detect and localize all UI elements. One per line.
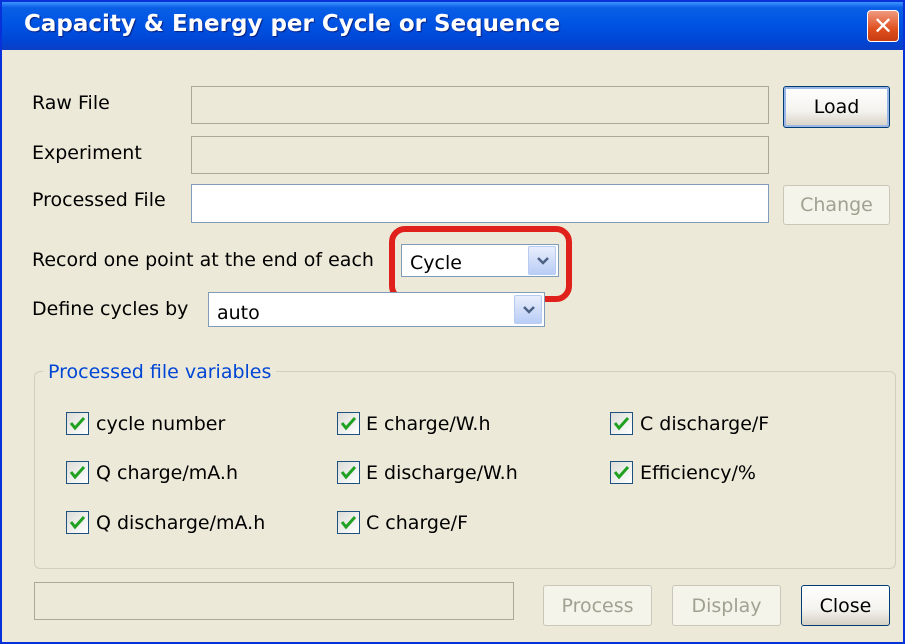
checkmark-icon bbox=[69, 465, 86, 480]
change-button[interactable]: Change bbox=[783, 185, 890, 225]
efficiency-label: Efficiency/% bbox=[640, 462, 756, 484]
close-button[interactable]: Close bbox=[801, 585, 890, 626]
checkmark-icon bbox=[340, 416, 357, 431]
q-discharge-label: Q discharge/mA.h bbox=[96, 512, 266, 534]
define-cycles-value: auto bbox=[217, 302, 260, 324]
chevron-down-icon[interactable] bbox=[514, 295, 542, 324]
q-charge-checkbox[interactable] bbox=[66, 461, 89, 484]
c-charge-checkbox[interactable] bbox=[337, 511, 360, 534]
display-button[interactable]: Display bbox=[672, 585, 781, 626]
e-discharge-label: E discharge/W.h bbox=[366, 462, 518, 484]
experiment-label: Experiment bbox=[32, 142, 142, 164]
checkmark-icon bbox=[69, 416, 86, 431]
window-title: Capacity & Energy per Cycle or Sequence bbox=[24, 11, 561, 37]
checkmark-icon bbox=[613, 416, 630, 431]
close-window-button[interactable]: ✕ bbox=[867, 10, 899, 42]
cycle-number-label: cycle number bbox=[96, 413, 226, 435]
checkmark-icon bbox=[340, 515, 357, 530]
experiment-field bbox=[191, 136, 769, 174]
c-discharge-checkbox[interactable] bbox=[610, 412, 633, 435]
close-icon: ✕ bbox=[872, 12, 894, 40]
q-charge-label: Q charge/mA.h bbox=[96, 462, 239, 484]
raw-file-field bbox=[191, 86, 769, 124]
e-discharge-checkbox[interactable] bbox=[337, 461, 360, 484]
title-bar[interactable]: Capacity & Energy per Cycle or Sequence … bbox=[2, 2, 903, 50]
highlight-annotation bbox=[389, 226, 572, 302]
dialog-window: Capacity & Energy per Cycle or Sequence … bbox=[0, 0, 905, 644]
checkmark-icon bbox=[69, 515, 86, 530]
checkmark-icon bbox=[613, 465, 630, 480]
processed-file-label: Processed File bbox=[32, 189, 166, 211]
e-charge-checkbox[interactable] bbox=[337, 412, 360, 435]
c-charge-label: C charge/F bbox=[366, 512, 468, 534]
e-charge-label: E charge/W.h bbox=[366, 413, 491, 435]
load-button[interactable]: Load bbox=[783, 86, 890, 128]
process-button[interactable]: Process bbox=[543, 585, 652, 626]
record-label: Record one point at the end of each bbox=[32, 249, 374, 271]
efficiency-checkbox[interactable] bbox=[610, 461, 633, 484]
raw-file-label: Raw File bbox=[32, 92, 110, 114]
q-discharge-checkbox[interactable] bbox=[66, 511, 89, 534]
checkmark-icon bbox=[340, 465, 357, 480]
define-cycles-dropdown[interactable]: auto bbox=[208, 292, 545, 327]
progress-bar bbox=[34, 582, 514, 620]
cycle-number-checkbox[interactable] bbox=[66, 412, 89, 435]
processed-file-input[interactable] bbox=[191, 184, 769, 223]
define-cycles-label: Define cycles by bbox=[32, 298, 189, 320]
c-discharge-label: C discharge/F bbox=[640, 413, 770, 435]
variables-group-title: Processed file variables bbox=[43, 361, 277, 383]
